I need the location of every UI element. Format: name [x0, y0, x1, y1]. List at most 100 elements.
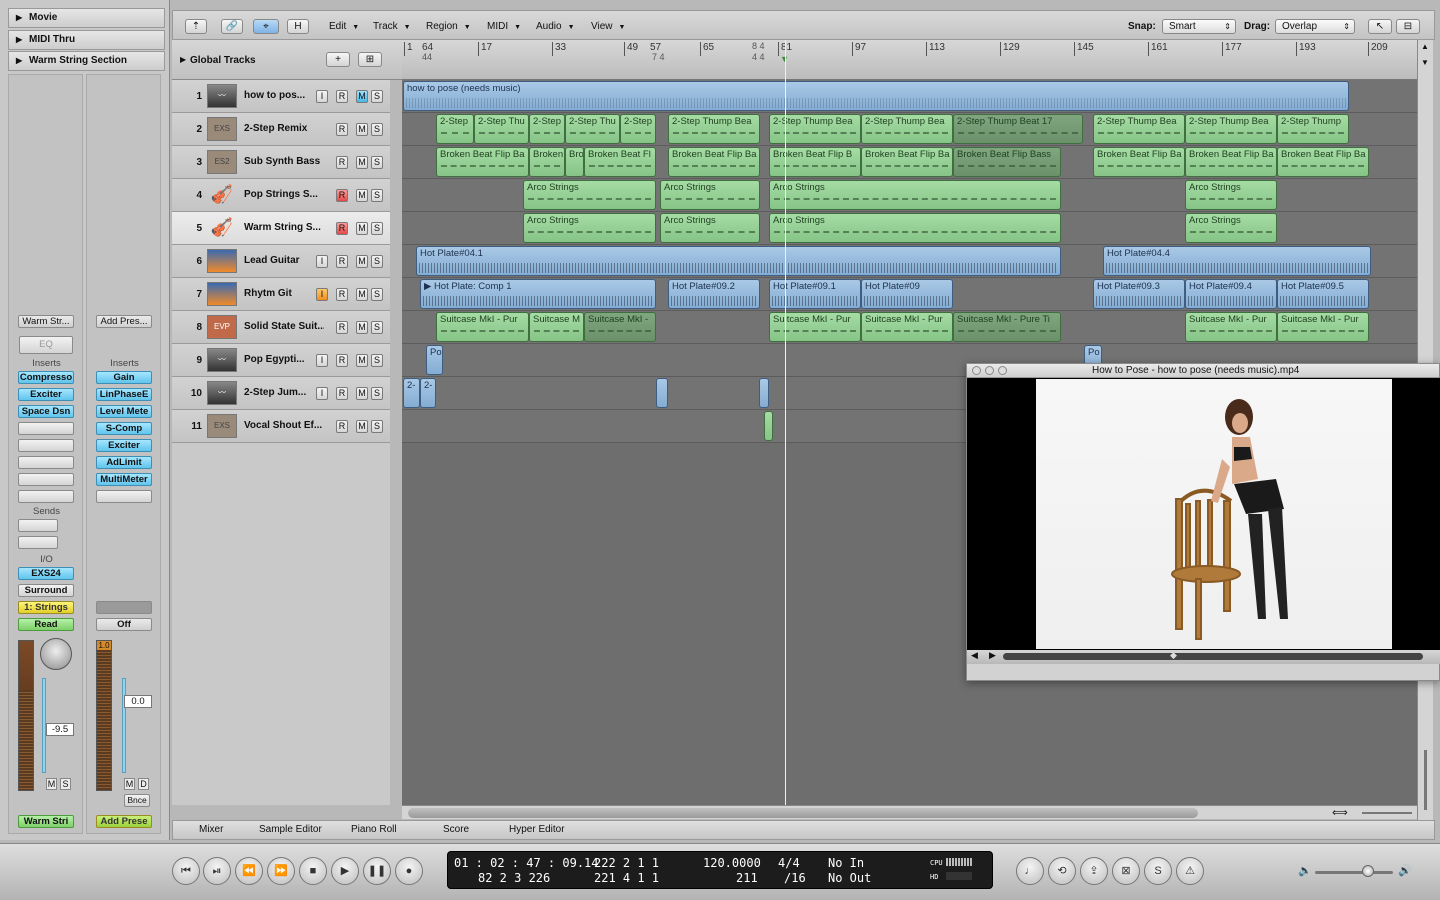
record-icon[interactable]: ●: [395, 857, 423, 885]
bounce-button[interactable]: Bnce: [124, 794, 150, 807]
minimize-icon[interactable]: [985, 366, 994, 375]
track-header-2[interactable]: 2 EXS 2-Step Remix R M S: [172, 113, 390, 146]
play-icon[interactable]: ▶: [331, 857, 359, 885]
send-slot-2[interactable]: [18, 536, 58, 549]
region[interactable]: Hot Plate#04.1: [416, 246, 1061, 276]
zoom-icon[interactable]: ⟺: [1332, 806, 1348, 819]
mute-button[interactable]: M: [356, 354, 368, 367]
region[interactable]: Hot Plate#09: [861, 279, 953, 309]
input-monitor-button[interactable]: I: [316, 387, 328, 400]
region[interactable]: Suitcase MkI -: [584, 312, 656, 342]
track-header-4[interactable]: 4 🎻 Pop Strings S... R M S: [172, 179, 390, 212]
send-slot-1[interactable]: [18, 519, 58, 532]
region[interactable]: Broken Beat Flip Ba: [1093, 147, 1185, 177]
menu-edit[interactable]: Edit ▼: [329, 19, 359, 34]
region[interactable]: Suitcase MkI - Pur: [436, 312, 529, 342]
insert-slot-5[interactable]: [18, 439, 74, 452]
region[interactable]: Arco Strings: [1185, 180, 1277, 210]
solo-button[interactable]: S: [371, 387, 383, 400]
automation-mode[interactable]: Off: [96, 618, 152, 631]
menu-region[interactable]: Region ▼: [426, 19, 471, 34]
region[interactable]: Broken Beat Flip Ba: [1277, 147, 1369, 177]
region[interactable]: Bro: [565, 147, 584, 177]
arrow-up-icon[interactable]: ▲: [1421, 42, 1429, 51]
group-slot[interactable]: [96, 601, 152, 614]
region[interactable]: 2-Step Thu: [565, 114, 620, 144]
region[interactable]: Hot Plate#09.2: [668, 279, 760, 309]
hide-button[interactable]: H: [287, 19, 309, 34]
volume-slider-thumb[interactable]: [1362, 865, 1374, 877]
region[interactable]: Arco Strings: [660, 213, 760, 243]
forward-icon[interactable]: ⏩: [267, 857, 295, 885]
output-slot[interactable]: Surround: [18, 584, 74, 597]
marquee-tool-icon[interactable]: ⊟: [1396, 19, 1420, 34]
bar-ruler[interactable]: 1 64 44 17 33 49 57 7 4 65 8 4 4 4 81 97…: [402, 40, 1417, 80]
inspector-region-header[interactable]: ▶ Warm String Section: [8, 51, 165, 71]
solo-button[interactable]: S: [371, 354, 383, 367]
insert-slot-7[interactable]: MultiMeter: [96, 473, 152, 486]
zoom-slider[interactable]: [1362, 812, 1412, 814]
record-enable-button[interactable]: R: [336, 123, 348, 136]
master-volume-slider[interactable]: [1315, 871, 1393, 874]
region[interactable]: Hot Plate#04.4: [1103, 246, 1371, 276]
region[interactable]: 2-: [403, 378, 420, 408]
region[interactable]: Hot Plate#09.1: [769, 279, 861, 309]
region[interactable]: 2-Step Thu: [474, 114, 529, 144]
insert-slot-1[interactable]: Gain: [96, 371, 152, 384]
channel-name[interactable]: Warm Stri: [18, 815, 74, 828]
rewind-icon[interactable]: ⏪: [235, 857, 263, 885]
region[interactable]: Broken Beat Fl: [584, 147, 656, 177]
track-header-11[interactable]: 11 EXS Vocal Shout Ef... R M S: [172, 410, 390, 443]
new-folder-icon[interactable]: ⊞: [358, 52, 382, 67]
mute-button[interactable]: M: [356, 387, 368, 400]
solo-button[interactable]: S: [371, 222, 383, 235]
link-button[interactable]: 🔗: [221, 19, 243, 34]
track-header-5[interactable]: 5 🎻 Warm String S... R M S: [172, 212, 390, 245]
vertical-zoom-slider[interactable]: [1424, 750, 1427, 810]
region[interactable]: Arco Strings: [1185, 213, 1277, 243]
track-header-10[interactable]: 10 〰 2-Step Jum... I R M S: [172, 377, 390, 410]
region[interactable]: [656, 378, 668, 408]
go-to-position-icon[interactable]: ⏯: [203, 857, 231, 885]
track-name[interactable]: Solid State Suit...: [244, 321, 324, 332]
insert-slot-2[interactable]: Exciter: [18, 388, 74, 401]
solo-button[interactable]: S: [371, 156, 383, 169]
region[interactable]: 2-Step: [436, 114, 474, 144]
record-enable-button[interactable]: R: [336, 222, 348, 235]
input-monitor-button[interactable]: I: [316, 288, 328, 301]
region[interactable]: 2-Step Thump Bea: [861, 114, 953, 144]
add-track-icon[interactable]: +: [326, 52, 350, 67]
track-header-7[interactable]: 7 Rhytm Git I R M S: [172, 278, 390, 311]
setting-button[interactable]: Add Pres...: [96, 315, 152, 328]
region[interactable]: Suitcase M: [529, 312, 584, 342]
insert-slot-2[interactable]: LinPhaseE: [96, 388, 152, 401]
inspector-movie-header[interactable]: ▶ Movie: [8, 8, 165, 28]
region[interactable]: Broken Beat Flip Bass: [953, 147, 1061, 177]
instrument-slot[interactable]: EXS24: [18, 567, 74, 580]
insert-slot-7[interactable]: [18, 473, 74, 486]
movie-window[interactable]: How to Pose - how to pose (needs music).…: [966, 363, 1440, 681]
record-enable-button[interactable]: R: [336, 156, 348, 169]
solo-button[interactable]: S: [371, 321, 383, 334]
channel-name[interactable]: Add Prese: [96, 815, 152, 828]
tab-sample-editor[interactable]: Sample Editor: [259, 824, 322, 835]
menu-audio[interactable]: Audio ▼: [536, 19, 575, 34]
region[interactable]: Arco Strings: [769, 213, 1061, 243]
mute-button[interactable]: M: [356, 123, 368, 136]
region-movie-audio[interactable]: how to pose (needs music): [403, 81, 1349, 111]
insert-slot-3[interactable]: Level Mete: [96, 405, 152, 418]
record-enable-button[interactable]: R: [336, 420, 348, 433]
tab-hyper-editor[interactable]: Hyper Editor: [509, 824, 565, 835]
solo-button[interactable]: S: [371, 90, 383, 103]
record-enable-button[interactable]: R: [336, 387, 348, 400]
insert-slot-8[interactable]: [18, 490, 74, 503]
snap-popup[interactable]: Smart ⇕: [1162, 19, 1236, 34]
track-name[interactable]: Pop Strings S...: [244, 189, 324, 200]
track-name[interactable]: how to pos...: [244, 90, 324, 101]
menu-track[interactable]: Track ▼: [373, 19, 411, 34]
region[interactable]: Suitcase MkI - Pur: [769, 312, 861, 342]
replace-icon[interactable]: ⇪: [1080, 857, 1108, 885]
pause-icon[interactable]: ❚❚: [363, 857, 391, 885]
solo-mode-icon[interactable]: S: [1144, 857, 1172, 885]
track-header-9[interactable]: 9 〰 Pop Egypti... I R M S: [172, 344, 390, 377]
